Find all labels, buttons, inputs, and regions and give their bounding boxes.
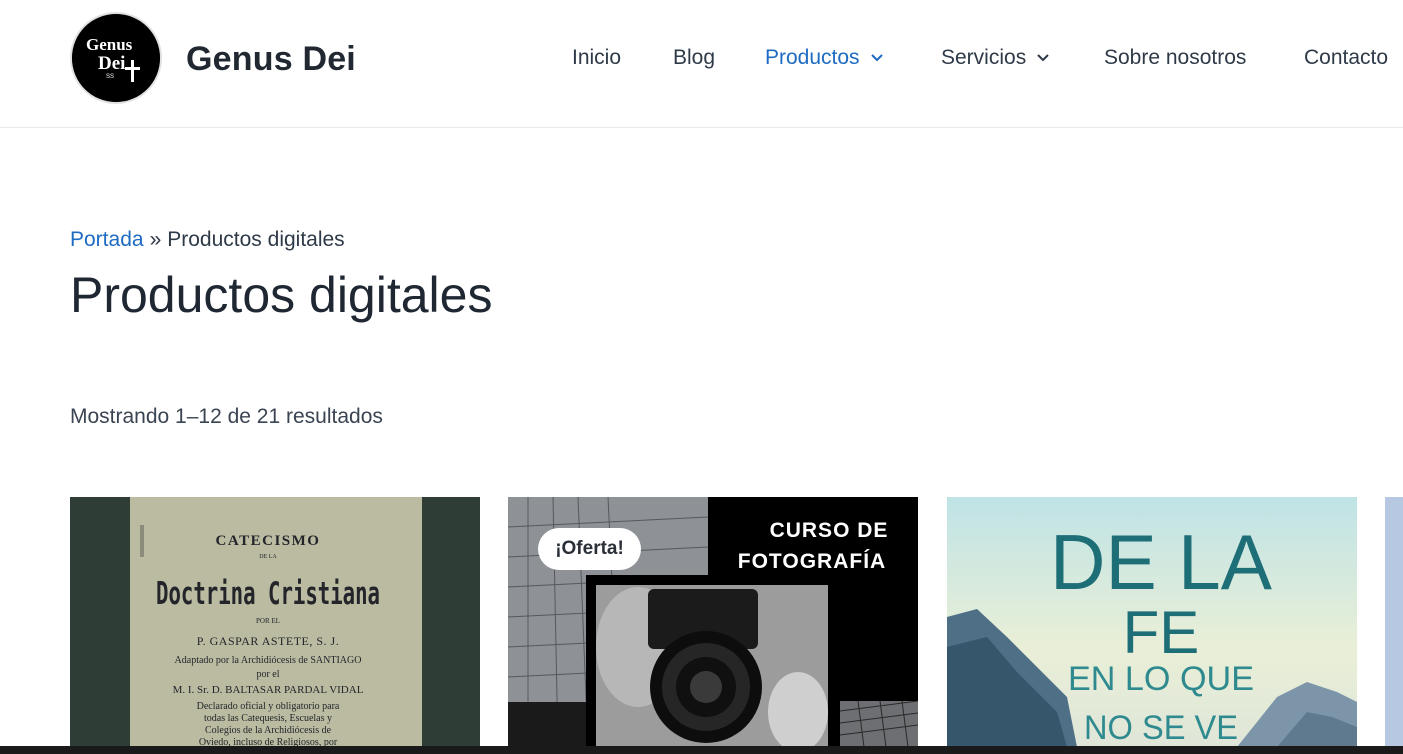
- nav-item-label: Blog: [673, 46, 716, 69]
- image-text: M. I. Sr. D. BALTASAR PARDAL VIDAL: [173, 684, 364, 696]
- image-text: Declarado oficial y obligatorio para: [197, 701, 340, 712]
- chevron-down-icon: [1037, 54, 1049, 62]
- nav-item-servicios[interactable]: Servicios: [941, 46, 1050, 70]
- image-text: FE: [1123, 599, 1200, 666]
- main-navigation: Inicio Blog Productos Servicios Sobre no…: [0, 46, 1403, 76]
- nav-item-label: Inicio: [572, 46, 622, 69]
- nav-item-productos[interactable]: Productos: [765, 46, 884, 70]
- product-card-catecismo[interactable]: CATECISMO DE LA Doctrina Cristiana POR E…: [70, 497, 480, 747]
- image-text: P. GASPAR ASTETE, S. J.: [197, 634, 339, 648]
- nav-item-label: Servicios: [941, 46, 1027, 69]
- page-title: Productos digitales: [70, 267, 493, 323]
- image-text: Adaptado por la Archidiócesis de SANTIAG…: [175, 655, 362, 666]
- image-text: Colegios de la Archidiócesis de: [205, 725, 332, 736]
- nav-item-label: Sobre nosotros: [1104, 46, 1247, 69]
- image-text: DE LA: [259, 554, 277, 560]
- chevron-down-icon: [870, 54, 883, 62]
- nav-item-blog[interactable]: Blog: [673, 46, 715, 70]
- nav-item-label: Contacto: [1304, 46, 1389, 69]
- product-image-catecismo: CATECISMO DE LA Doctrina Cristiana POR E…: [70, 497, 480, 747]
- breadcrumb: Portada» Productos digitales: [70, 228, 345, 252]
- breadcrumb-home-link[interactable]: Portada: [70, 228, 144, 251]
- sale-badge: ¡Oferta!: [538, 528, 641, 570]
- image-text: POR EL: [256, 617, 280, 625]
- nav-item-label: Productos: [765, 46, 860, 69]
- image-text: todas las Catequesis, Escuelas y: [204, 713, 332, 724]
- product-card-de-la-fe[interactable]: DE LA FE EN LO QUE NO SE VE: [947, 497, 1357, 747]
- product-card-curso-fotografia[interactable]: CURSO DE FOTOGRAFÍA ¡Oferta!: [508, 497, 918, 747]
- breadcrumb-current: Productos digitales: [167, 228, 345, 251]
- site-header: Genus Dei SS Genus Dei Inicio Blog Produ…: [0, 0, 1403, 128]
- bottom-scroll-edge: [0, 746, 1403, 754]
- image-text: CURSO DE: [770, 519, 889, 542]
- product-image-de-la-fe: DE LA FE EN LO QUE NO SE VE: [947, 497, 1357, 747]
- breadcrumb-separator: »: [149, 228, 162, 251]
- results-count: Mostrando 1–12 de 21 resultados: [70, 405, 383, 428]
- nav-item-inicio[interactable]: Inicio: [572, 46, 621, 70]
- image-text: por el: [256, 669, 279, 680]
- image-text: CATECISMO: [216, 533, 321, 549]
- nav-item-contacto[interactable]: Contacto: [1304, 46, 1388, 70]
- product-card-next-partial[interactable]: [1385, 497, 1403, 747]
- image-text: Doctrina Cristiana: [156, 576, 380, 612]
- image-text: FOTOGRAFÍA: [738, 550, 886, 573]
- image-text: DE LA: [1050, 518, 1272, 606]
- nav-item-sobre-nosotros[interactable]: Sobre nosotros: [1104, 46, 1246, 70]
- image-text: EN LO QUE: [1068, 660, 1254, 698]
- image-text: NO SE VE: [1084, 709, 1238, 747]
